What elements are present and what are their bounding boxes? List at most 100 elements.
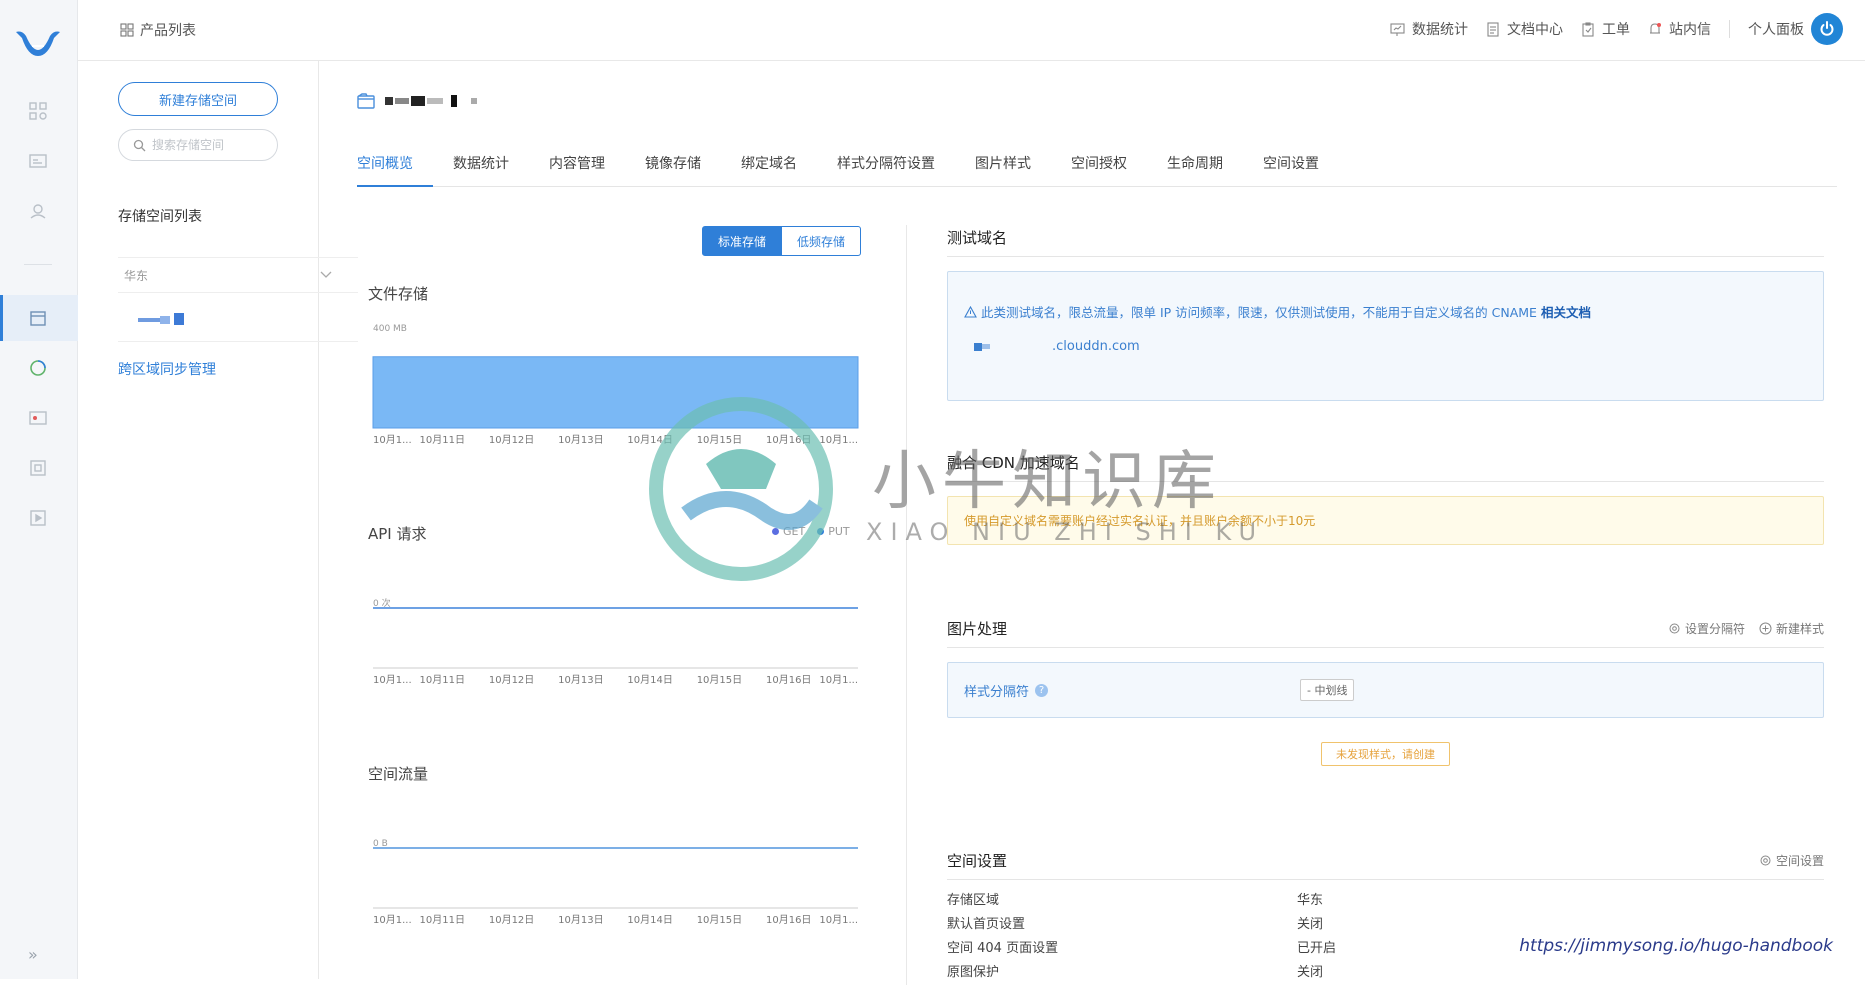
x-tick-label: 10月11日 bbox=[420, 914, 465, 926]
set-separator-label: 设置分隔符 bbox=[1684, 622, 1745, 636]
video-icon[interactable] bbox=[27, 507, 49, 529]
power-icon[interactable] bbox=[1811, 13, 1843, 45]
x-tick-label: 10月15日 bbox=[697, 914, 742, 926]
standard-storage-button[interactable]: 标准存储 bbox=[702, 226, 783, 256]
test-domain-notice: 此类测试域名，限总流量，限单 IP 访问频率，限速，仅供测试使用，不能用于自定义… bbox=[964, 302, 1807, 321]
product-list-link[interactable]: 产品列表 bbox=[120, 20, 196, 40]
bucket-name-redacted-3 bbox=[174, 313, 184, 325]
gear-icon bbox=[1760, 855, 1771, 866]
help-icon[interactable]: ? bbox=[1035, 683, 1049, 697]
tab-image-style[interactable]: 图片样式 bbox=[955, 149, 1051, 187]
settings-value: 华东 bbox=[1297, 892, 1324, 908]
settings-key: 存储区域 bbox=[947, 892, 1000, 908]
test-domain-section: 测试域名 此类测试域名，限总流量，限单 IP 访问频率，限速，仅供测试使用，不能… bbox=[947, 227, 1824, 401]
x-tick-label: 10月12日 bbox=[489, 674, 534, 686]
watermark-logo bbox=[646, 394, 836, 584]
settings-value: 关闭 bbox=[1297, 916, 1324, 932]
settings-row: 默认首页设置 关闭 bbox=[947, 910, 1824, 934]
tab-separator[interactable]: 样式分隔符设置 bbox=[817, 149, 955, 187]
new-style-label: 新建样式 bbox=[1775, 622, 1824, 636]
section-title-text: 图片处理 bbox=[947, 620, 1008, 638]
tab-domain[interactable]: 绑定域名 bbox=[721, 149, 817, 187]
top-nav: 数据统计 文档中心 工单 站内信 个人面板 bbox=[1390, 13, 1843, 45]
settings-key: 空间 404 页面设置 bbox=[947, 940, 1059, 956]
bucket-tabs: 空间概览 数据统计 内容管理 镜像存储 绑定域名 样式分隔符设置 图片样式 空间… bbox=[357, 149, 1837, 187]
nav-docs-label: 文档中心 bbox=[1507, 22, 1563, 38]
new-style-button[interactable]: 新建样式 bbox=[1759, 620, 1824, 637]
nav-messages-label: 站内信 bbox=[1669, 22, 1711, 38]
bucket-name-redacted bbox=[385, 95, 477, 107]
traffic-chart: 空间流量 0 B 10月1... 10月11日 10月12日 10月13日 10月14日 1… bbox=[368, 763, 878, 926]
cdn-icon[interactable] bbox=[27, 357, 49, 379]
test-domain-value[interactable]: .clouddn.com bbox=[964, 339, 1807, 354]
search-icon bbox=[133, 139, 146, 151]
bucket-icon bbox=[357, 93, 375, 109]
nav-docs[interactable]: 文档中心 bbox=[1486, 19, 1563, 39]
settings-value: 关闭 bbox=[1297, 964, 1324, 980]
gear-icon bbox=[1669, 623, 1680, 634]
space-settings-button[interactable]: 空间设置 bbox=[1759, 852, 1824, 869]
product-list-label: 产品列表 bbox=[140, 23, 196, 39]
x-tick-label: 10月12日 bbox=[489, 914, 534, 926]
settings-list: 存储区域 华东 默认首页设置 关闭 空间 404 页面设置 已开启 原图保护 关闭 bbox=[947, 886, 1824, 982]
y-tick-label: 400 MB bbox=[373, 324, 407, 334]
x-tick-label: 10月15日 bbox=[697, 674, 742, 686]
bucket-name-redacted bbox=[138, 318, 160, 322]
nav-stats-label: 数据统计 bbox=[1412, 22, 1468, 38]
nav-ticket[interactable]: 工单 bbox=[1581, 19, 1630, 39]
watermark-url: https://jimmysong.io/hugo-handbook bbox=[1519, 936, 1833, 956]
domain-suffix: .clouddn.com bbox=[1052, 339, 1140, 354]
bucket-list-title: 存储空间列表 bbox=[118, 209, 202, 225]
separator-value[interactable]: - 中划线 bbox=[1300, 679, 1355, 701]
chip-icon[interactable] bbox=[27, 457, 49, 479]
traffic-svg: 0 B10月1... 10月11日 10月12日 10月13日 10月14日 10月15日… bbox=[373, 839, 858, 926]
bucket-search[interactable] bbox=[118, 129, 278, 161]
tab-auth[interactable]: 空间授权 bbox=[1051, 149, 1147, 187]
bucket-list-divider bbox=[118, 341, 358, 342]
space-settings-label: 空间设置 bbox=[1775, 854, 1824, 868]
watermark-brand: 小牛知识库 bbox=[872, 445, 1222, 519]
domain-redacted bbox=[974, 342, 982, 351]
low-freq-storage-button[interactable]: 低频存储 bbox=[782, 226, 862, 256]
media-icon[interactable] bbox=[27, 407, 49, 429]
y-tick-label: 0 次 bbox=[373, 597, 391, 609]
region-select[interactable]: 华东 bbox=[118, 257, 358, 293]
user-icon[interactable] bbox=[27, 200, 49, 222]
rail-divider bbox=[24, 264, 52, 265]
storage-type-switch: 标准存储 低频存储 bbox=[702, 226, 862, 256]
nav-messages[interactable]: 站内信 bbox=[1648, 19, 1711, 39]
card-icon[interactable] bbox=[27, 150, 49, 172]
storage-icon[interactable] bbox=[27, 307, 49, 329]
tab-lifecycle[interactable]: 生命周期 bbox=[1147, 149, 1243, 187]
grid-icon[interactable] bbox=[27, 100, 49, 122]
top-bar: 产品列表 数据统计 文档中心 工单 站内信 个人面板 bbox=[78, 0, 1865, 61]
x-tick-label: 10月16日 bbox=[766, 674, 811, 686]
bucket-item[interactable] bbox=[138, 307, 318, 335]
set-separator-button[interactable]: 设置分隔符 bbox=[1668, 620, 1745, 637]
personal-panel[interactable]: 个人面板 bbox=[1748, 13, 1843, 45]
notice-text: 此类测试域名，限总流量，限单 IP 访问频率，限速，仅供测试使用，不能用于自定义… bbox=[981, 305, 1537, 320]
expand-rail-icon[interactable]: » bbox=[28, 945, 38, 964]
doc-link[interactable]: 相关文档 bbox=[1541, 302, 1591, 321]
x-tick-label: 10月1... bbox=[373, 914, 412, 926]
tab-overview[interactable]: 空间概览 bbox=[357, 149, 433, 187]
cross-region-link[interactable]: 跨区域同步管理 bbox=[118, 359, 216, 379]
qiniu-logo[interactable] bbox=[14, 26, 62, 60]
bucket-sidebar: 新建存储空间 存储空间列表 华东 跨区域同步管理 bbox=[78, 61, 358, 979]
section-title: 测试域名 bbox=[947, 227, 1824, 257]
x-tick-label: 10月14日 bbox=[627, 674, 672, 686]
bucket-search-input[interactable] bbox=[152, 138, 262, 152]
tab-content[interactable]: 内容管理 bbox=[529, 149, 625, 187]
image-section: 图片处理 设置分隔符 新建样式 样式分隔符 ? - 中划线 未发现样式，请创建 bbox=[947, 618, 1824, 766]
bucket-name-redacted-2 bbox=[160, 316, 170, 324]
x-tick-label: 10月1... bbox=[373, 674, 412, 686]
tab-mirror[interactable]: 镜像存储 bbox=[625, 149, 721, 187]
tab-settings[interactable]: 空间设置 bbox=[1243, 149, 1339, 187]
tab-stats[interactable]: 数据统计 bbox=[433, 149, 529, 187]
bell-icon bbox=[1650, 22, 1661, 34]
settings-key: 原图保护 bbox=[947, 964, 1000, 980]
nav-stats[interactable]: 数据统计 bbox=[1390, 19, 1468, 39]
new-bucket-button[interactable]: 新建存储空间 bbox=[118, 82, 278, 116]
chart-title: 文件存储 bbox=[368, 285, 429, 303]
warning-icon bbox=[964, 305, 977, 318]
